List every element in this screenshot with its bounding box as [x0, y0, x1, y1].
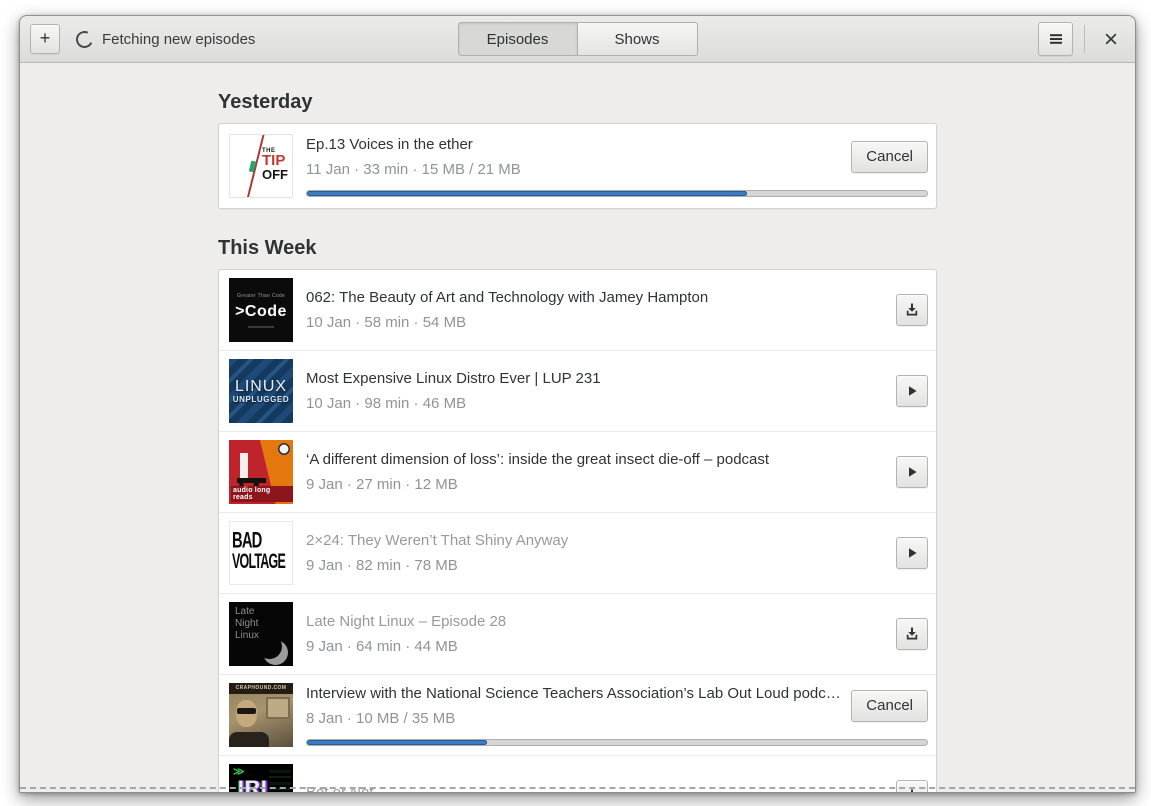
- artwork-text: BAD: [232, 527, 262, 553]
- scroll-undershoot-indicator: [20, 787, 1135, 789]
- menu-button[interactable]: [1038, 22, 1073, 56]
- episode-row[interactable]: audio long reads ‘A different dimension …: [219, 431, 936, 512]
- episode-title: Interview with the National Science Teac…: [306, 684, 841, 702]
- episode-title: Most Expensive Linux Distro Ever | LUP 2…: [306, 370, 601, 387]
- status-text: Fetching new episodes: [102, 30, 256, 48]
- episode-row[interactable]: LINUX UNPLUGGED Most Expensive Linux Dis…: [219, 350, 936, 431]
- tab-shows[interactable]: Shows: [577, 22, 698, 56]
- episode-title: Late Night Linux – Episode 28: [306, 613, 507, 630]
- download-progress-fill: [307, 190, 748, 196]
- podcast-artwork-greater-than-code: Greater Than Code >Code: [229, 278, 293, 342]
- episode-row[interactable]: CRAPHOUND.COM Interview with the Nationa…: [219, 674, 936, 755]
- episode-meta: 10 Jan · 58 min · 54 MB: [306, 314, 467, 331]
- app-window: + Fetching new episodes Episodes Shows Y…: [19, 15, 1136, 793]
- episodes-view: Yesterday THE TIP OFF Ep.13 Voices in th…: [20, 63, 1135, 792]
- episode-row[interactable]: Greater Than Code >Code 062: The Beauty …: [219, 270, 936, 350]
- podcast-artwork-late-night-linux: Late Night Linux: [229, 602, 293, 666]
- download-icon: [904, 302, 920, 318]
- artwork-text: Greater Than Code: [236, 292, 286, 299]
- episode-row[interactable]: THE TIP OFF Ep.13 Voices in the ether 11…: [219, 124, 936, 208]
- artwork-glasses: [237, 708, 256, 714]
- artwork-text: Night: [235, 618, 259, 629]
- artwork-text: CRAPHOUND.COM: [229, 683, 293, 694]
- cancel-download-button[interactable]: Cancel: [851, 689, 928, 722]
- play-icon: [904, 545, 920, 561]
- play-button[interactable]: [896, 375, 928, 407]
- play-icon: [904, 383, 920, 399]
- header-bar: + Fetching new episodes Episodes Shows: [20, 16, 1135, 63]
- episode-title: 2×24: They Weren’t That Shiny Anyway: [306, 532, 569, 549]
- artwork-text: LINUX: [234, 377, 288, 395]
- artwork-text: THE TIP OFF: [261, 148, 289, 182]
- podcast-artwork-linux-unplugged: LINUX UNPLUGGED: [229, 359, 293, 423]
- episode-meta: 10 Jan · 98 min · 46 MB: [306, 395, 467, 412]
- section-title-this-week: This Week: [218, 237, 317, 259]
- artwork-moon: [257, 634, 282, 659]
- episode-meta: 9 Jan · 64 min · 44 MB: [306, 638, 458, 655]
- download-progressbar: [306, 189, 928, 197]
- section-title-yesterday: Yesterday: [218, 91, 313, 113]
- view-switcher: Episodes Shows: [457, 22, 698, 56]
- artwork-text: audio long reads: [231, 486, 293, 502]
- download-button[interactable]: [896, 618, 928, 650]
- artwork-text: Late: [235, 606, 255, 617]
- download-icon: [904, 626, 920, 642]
- play-icon: [904, 464, 920, 480]
- loading-spinner-icon: [73, 28, 96, 50]
- artwork-text: VOLTAGE: [232, 551, 286, 574]
- artwork-text: >Code: [235, 302, 287, 320]
- episode-title: ‘A different dimension of loss’: inside …: [306, 451, 770, 468]
- tab-episodes[interactable]: Episodes: [457, 22, 578, 56]
- episode-row[interactable]: BAD VOLTAGE 2×24: They Weren’t That Shin…: [219, 512, 936, 593]
- episode-meta: 11 Jan · 33 min · 15 MB / 21 MB: [306, 160, 521, 178]
- artwork-decoration: [248, 325, 274, 328]
- episode-meta: 9 Jan · 82 min · 78 MB: [306, 557, 458, 574]
- podcast-artwork-craphound: CRAPHOUND.COM: [229, 683, 293, 747]
- this-week-card: Greater Than Code >Code 062: The Beauty …: [218, 269, 937, 792]
- artwork-decoration: [229, 732, 269, 747]
- download-progressbar: [306, 738, 928, 746]
- episode-title: Ep.13 Voices in the ether: [306, 135, 473, 153]
- artwork-decoration: [266, 697, 290, 719]
- header-divider: [1084, 25, 1085, 53]
- hamburger-icon: [1048, 31, 1064, 47]
- download-button[interactable]: [896, 294, 928, 326]
- play-button[interactable]: [896, 456, 928, 488]
- artwork-chair: [240, 453, 248, 480]
- episode-title: 062: The Beauty of Art and Technology wi…: [306, 289, 709, 306]
- episode-meta: 9 Jan · 27 min · 12 MB: [306, 476, 458, 493]
- artwork-text: UNPLUGGED: [232, 394, 290, 404]
- header-right-controls: [1038, 22, 1125, 56]
- play-button[interactable]: [896, 537, 928, 569]
- podcast-artwork-the-tip-off: THE TIP OFF: [229, 134, 293, 198]
- download-progress-fill: [307, 739, 487, 745]
- close-window-button[interactable]: [1098, 26, 1124, 52]
- podcast-artwork-bad-voltage: BAD VOLTAGE: [229, 521, 293, 585]
- podcast-artwork-audio-long-reads: audio long reads: [229, 440, 293, 504]
- episode-row[interactable]: Late Night Linux Late Night Linux – Epis…: [219, 593, 936, 674]
- episode-meta: 8 Jan · 10 MB / 35 MB: [306, 709, 456, 727]
- download-button[interactable]: [896, 780, 928, 792]
- cancel-download-button[interactable]: Cancel: [851, 140, 928, 173]
- yesterday-card: THE TIP OFF Ep.13 Voices in the ether 11…: [218, 123, 937, 209]
- close-icon: [1104, 32, 1118, 46]
- add-podcast-button[interactable]: +: [30, 24, 60, 54]
- artwork-decoration: [278, 443, 290, 455]
